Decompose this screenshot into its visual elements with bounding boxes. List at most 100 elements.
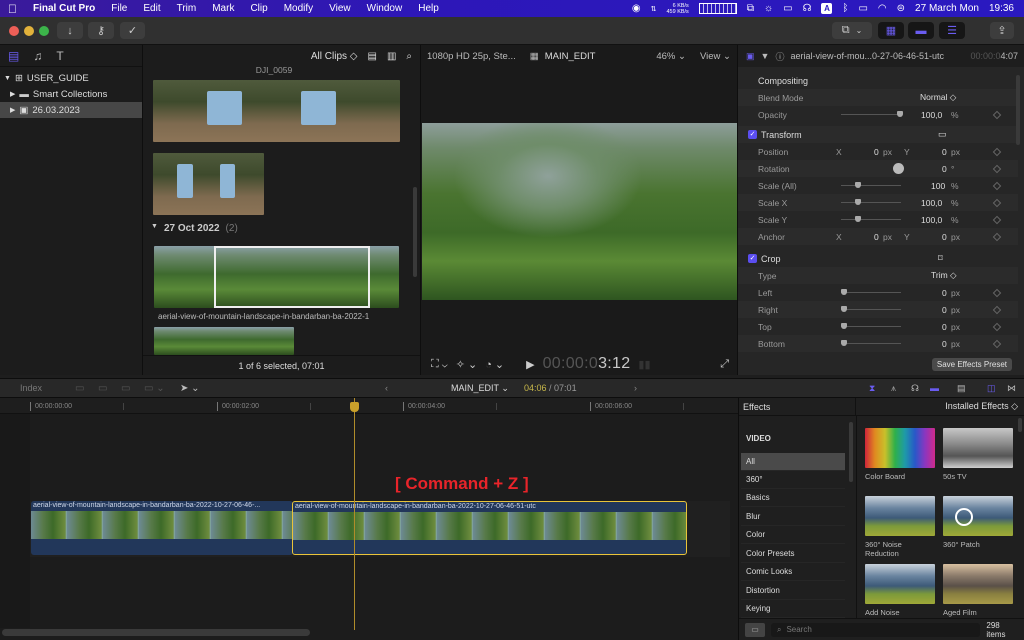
transform-tool-icon[interactable]: ⛶ ⌄	[431, 358, 448, 371]
overwrite-clip-icon[interactable]: ▭ ⌄	[144, 383, 165, 394]
slider-knob[interactable]	[841, 323, 847, 329]
retime-speed-icon[interactable]: ◔ ⌄	[485, 358, 504, 371]
effects-browser-icon[interactable]: ◫	[987, 383, 996, 394]
timecode-display[interactable]: 00:00:03:12	[543, 355, 631, 373]
crop-right-slider[interactable]	[841, 306, 901, 312]
fx-category-comic-looks[interactable]: Comic Looks	[741, 563, 845, 581]
photos-media-icon[interactable]: ▤	[8, 49, 19, 63]
slider-knob[interactable]	[841, 306, 847, 312]
show-timeline-button[interactable]: ▬	[908, 22, 934, 39]
anchor-x-value[interactable]: 0	[874, 232, 879, 242]
keyframe-icon[interactable]	[992, 110, 1002, 119]
scale-y-slider[interactable]	[841, 216, 901, 222]
crop-right-value[interactable]: 0	[942, 305, 947, 315]
sidebar-item-event[interactable]: ▶ ▣ 26.03.2023	[0, 102, 142, 118]
menu-help[interactable]: Help	[410, 3, 447, 14]
snapping-icon[interactable]: ▬	[930, 383, 939, 393]
minimize-window-button[interactable]	[24, 26, 34, 36]
timeline-clip-selected[interactable]: aerial-view-of-mountain-landscape-in-ban…	[292, 501, 687, 555]
playhead[interactable]	[354, 398, 355, 630]
screen-mirror-icon[interactable]: ⧉	[747, 3, 754, 14]
keyframe-icon[interactable]	[992, 339, 1002, 348]
keyword-editor-button[interactable]: ⚷	[88, 22, 114, 39]
scale-all-slider[interactable]	[841, 182, 901, 188]
sidebar-toggle-icon[interactable]: ▭	[745, 622, 765, 637]
keyframe-icon[interactable]	[992, 198, 1002, 207]
fx-category-blur[interactable]: Blur	[741, 508, 845, 526]
crop-checkbox[interactable]: ✓	[748, 254, 757, 263]
close-window-button[interactable]	[9, 26, 19, 36]
share-button[interactable]: ⇪	[990, 22, 1014, 39]
scale-all-value[interactable]: 100	[931, 181, 945, 191]
effect-360-noise-reduction[interactable]: 360° Noise Reduction	[865, 496, 935, 558]
keyframe-icon[interactable]	[992, 322, 1002, 331]
effect-50s-tv[interactable]: 50s TV	[943, 428, 1013, 481]
scale-x-value[interactable]: 100,0	[921, 198, 942, 208]
menu-view[interactable]: View	[321, 3, 359, 14]
timeline-forward-button[interactable]: ›	[634, 383, 637, 393]
bluetooth-icon[interactable]: ᛒ	[842, 3, 848, 14]
crop-top-value[interactable]: 0	[942, 322, 947, 332]
save-effects-preset-button[interactable]: Save Effects Preset	[931, 358, 1012, 371]
display-icon[interactable]: ▭	[783, 3, 792, 14]
video-preview[interactable]	[422, 123, 737, 300]
library-user-guide[interactable]: ▼ ⊞ USER_GUIDE	[0, 70, 142, 86]
menu-mark[interactable]: Mark	[204, 3, 242, 14]
titles-generators-icon[interactable]: T	[56, 49, 63, 63]
playhead-handle[interactable]	[350, 402, 359, 412]
event-date-group[interactable]: ▼ 27 Oct 2022 (2)	[151, 223, 238, 234]
clip-thumbnail-aerial[interactable]	[154, 246, 399, 308]
scale-x-slider[interactable]	[841, 199, 901, 205]
filmstrip-icon[interactable]: ▥	[387, 51, 396, 62]
menubar-time[interactable]: 19:36	[989, 3, 1014, 14]
keyframe-icon[interactable]	[992, 215, 1002, 224]
network-graph[interactable]	[698, 3, 737, 14]
fx-category-color-presets[interactable]: Color Presets	[741, 545, 845, 563]
scale-y-value[interactable]: 100,0	[921, 215, 942, 225]
effect-aged-film[interactable]: Aged Film	[943, 564, 1013, 617]
opacity-value[interactable]: 100,0	[921, 110, 942, 120]
select-tool-icon[interactable]: ➤ ⌄	[180, 383, 200, 394]
crop-top-slider[interactable]	[841, 323, 901, 329]
video-inspector-icon[interactable]: ▣	[746, 51, 755, 62]
installed-effects-popup[interactable]: Installed Effects ◇	[945, 401, 1024, 412]
position-x-value[interactable]: 0	[874, 147, 879, 157]
append-clip-icon[interactable]: ▭	[121, 383, 130, 394]
fx-category-color[interactable]: Color	[741, 526, 845, 544]
connect-clip-icon[interactable]: ▭	[75, 383, 84, 394]
disclosure-closed-icon[interactable]: ▶	[10, 90, 15, 98]
menu-file[interactable]: File	[103, 3, 135, 14]
search-icon[interactable]: ⌕	[406, 51, 412, 62]
crop-bottom-slider[interactable]	[841, 340, 901, 346]
crop-bottom-value[interactable]: 0	[942, 339, 947, 349]
crop-left-slider[interactable]	[841, 289, 901, 295]
crop-type-popup[interactable]: Trim ◇	[931, 270, 957, 281]
effect-add-noise[interactable]: Add Noise	[865, 564, 935, 617]
opacity-slider[interactable]	[841, 111, 903, 117]
transform-onscreen-icon[interactable]: ▭	[938, 129, 947, 140]
vpn-icon[interactable]: ◉	[632, 3, 641, 14]
app-menu[interactable]: Final Cut Pro	[25, 3, 103, 14]
clip-thumbnail[interactable]	[154, 327, 294, 355]
disclosure-open-icon[interactable]: ▼	[4, 75, 11, 82]
info-inspector-icon[interactable]: ⓘ	[775, 50, 784, 63]
insert-clip-icon[interactable]: ▭	[98, 383, 107, 394]
crop-header[interactable]: ✓ Crop ⌑	[738, 250, 1018, 267]
slider-knob[interactable]	[841, 289, 847, 295]
position-y-value[interactable]: 0	[942, 147, 947, 157]
transform-checkbox[interactable]: ✓	[748, 130, 757, 139]
background-tasks-button[interactable]: ✓	[120, 22, 145, 39]
timeline-project-menu[interactable]: MAIN_EDIT ⌄	[451, 383, 509, 394]
menu-edit[interactable]: Edit	[135, 3, 168, 14]
inspector-scrollbar[interactable]	[1016, 75, 1020, 145]
effects-search-field[interactable]: ⌕ Search	[770, 622, 981, 637]
clip-appearance-icon[interactable]: ▤	[957, 383, 966, 394]
clip-thumbnail[interactable]	[153, 153, 264, 215]
compositing-header[interactable]: Compositing	[738, 72, 1018, 89]
enhance-wand-icon[interactable]: ✧ ⌄	[456, 358, 478, 371]
battery-icon[interactable]: ▭	[858, 3, 867, 14]
keyframe-icon[interactable]	[992, 164, 1002, 173]
network-monitor[interactable]: 6 KB/s 459 KB/s	[666, 3, 688, 15]
rotation-value[interactable]: 0	[942, 164, 947, 174]
keyframe-icon[interactable]	[992, 288, 1002, 297]
